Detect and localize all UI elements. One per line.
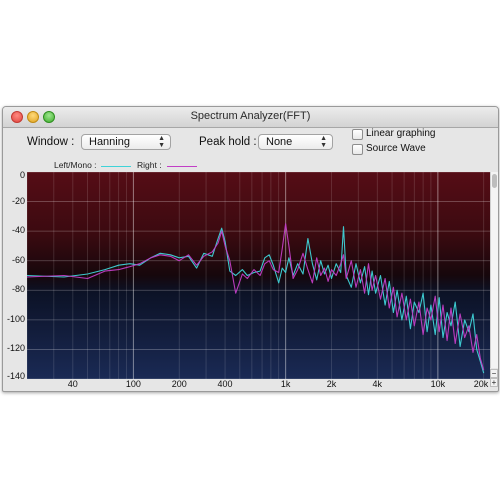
y-tick-label: -120 — [6, 343, 25, 354]
select-arrows-icon: ▲ ▼ — [158, 135, 165, 149]
x-tick-label: 400 — [217, 379, 233, 389]
legend-left-label: Left/Mono : — [54, 160, 97, 170]
zoom-in-button[interactable]: + — [490, 378, 498, 387]
vertical-scrollbar[interactable] — [490, 172, 498, 368]
legend-left-swatch — [101, 166, 131, 167]
x-tick-label: 40 — [67, 379, 78, 389]
x-tick-label: 10k — [430, 379, 446, 389]
legend-right-swatch — [167, 166, 197, 167]
linear-graphing-checkbox[interactable] — [352, 129, 363, 140]
y-tick-label: -20 — [11, 195, 25, 206]
window-type-value: Hanning — [89, 136, 130, 148]
linear-graphing-label: Linear graphing — [366, 128, 436, 139]
x-tick-label: 2k — [326, 379, 337, 389]
peak-hold-label: Peak hold : — [199, 136, 257, 148]
series-left-mono-line — [27, 226, 485, 374]
series-right-line — [27, 223, 485, 371]
window-title: Spectrum Analyzer(FFT) — [190, 110, 311, 122]
y-tick-label: -40 — [11, 225, 25, 236]
source-wave-label: Source Wave — [366, 143, 426, 154]
y-tick-label: 0 — [19, 170, 25, 180]
window-type-select[interactable]: Hanning ▲ ▼ — [81, 134, 171, 150]
x-tick-label: 200 — [171, 379, 187, 389]
y-tick-label: -60 — [11, 254, 25, 265]
y-tick-label: -140 — [6, 371, 25, 381]
legend-right-label: Right : — [137, 160, 162, 170]
spectrum-analyzer-window: Spectrum Analyzer(FFT) Window : Hanning … — [2, 106, 499, 392]
source-wave-checkbox[interactable] — [352, 144, 363, 155]
select-arrows-icon: ▲ ▼ — [320, 135, 327, 149]
y-tick-label: -100 — [6, 313, 25, 324]
spectrum-svg — [27, 172, 490, 379]
peak-hold-value: None — [266, 136, 293, 148]
x-tick-label: 100 — [125, 379, 141, 389]
x-tick-label: 4k — [372, 379, 383, 389]
x-tick-label: 1k — [280, 379, 291, 389]
title-bar: Spectrum Analyzer(FFT) — [3, 107, 498, 128]
spectrum-plot — [27, 172, 490, 379]
window-type-label: Window : — [27, 136, 75, 148]
scrollbar-thumb[interactable] — [492, 174, 497, 188]
zoom-out-button[interactable]: − — [490, 369, 498, 378]
y-tick-label: -80 — [11, 284, 25, 295]
peak-hold-select[interactable]: None ▲ ▼ — [258, 134, 333, 150]
